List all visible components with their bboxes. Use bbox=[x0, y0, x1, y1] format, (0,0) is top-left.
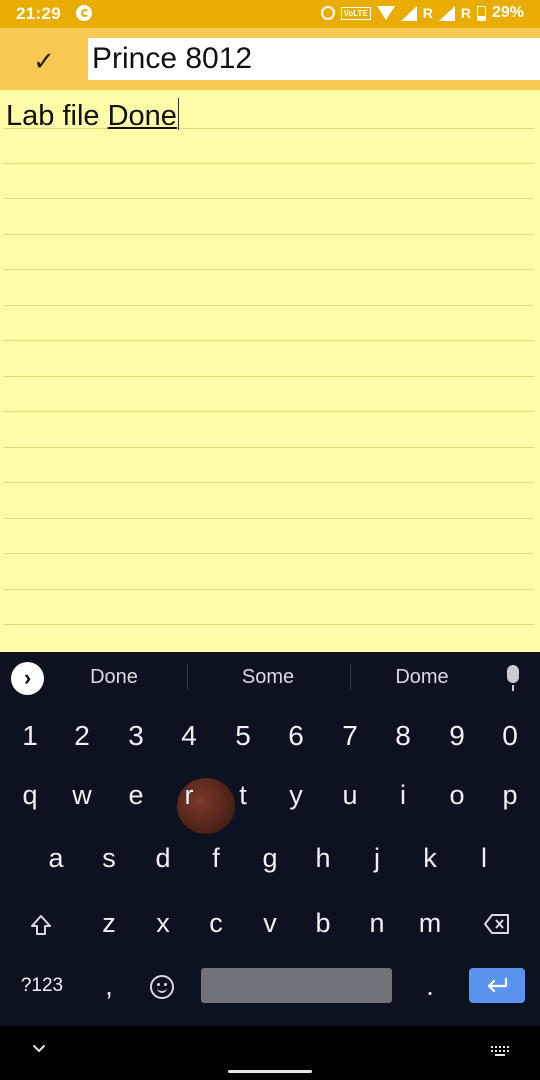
backspace-icon[interactable] bbox=[484, 913, 510, 935]
key-2[interactable]: 2 bbox=[57, 711, 107, 761]
key-h[interactable]: h bbox=[298, 833, 348, 883]
key-0[interactable]: 0 bbox=[485, 711, 535, 761]
note-ruled-line bbox=[4, 305, 534, 306]
battery-icon bbox=[476, 5, 486, 21]
note-text-plain: Lab file bbox=[6, 100, 108, 132]
key-b[interactable]: b bbox=[298, 898, 348, 948]
volte-icon: VoLTE bbox=[340, 6, 371, 20]
key-r[interactable]: r bbox=[164, 770, 214, 820]
key-g[interactable]: g bbox=[245, 833, 295, 883]
shift-icon[interactable] bbox=[30, 914, 52, 936]
note-ruled-line bbox=[4, 376, 534, 377]
key-s[interactable]: s bbox=[84, 833, 134, 883]
wifi-icon bbox=[376, 6, 395, 20]
note-ruled-line bbox=[4, 198, 534, 199]
key-l[interactable]: l bbox=[459, 833, 509, 883]
key-k[interactable]: k bbox=[405, 833, 455, 883]
key-p[interactable]: p bbox=[485, 770, 535, 820]
key-3[interactable]: 3 bbox=[111, 711, 161, 761]
key-e[interactable]: e bbox=[111, 770, 161, 820]
key-o[interactable]: o bbox=[432, 770, 482, 820]
key-9[interactable]: 9 bbox=[432, 711, 482, 761]
suggestion-bar: › Done Some Dome bbox=[0, 652, 540, 702]
soft-keyboard: › Done Some Dome 1 2 3 4 5 6 7 8 9 0 q w… bbox=[0, 652, 540, 1026]
key-w[interactable]: w bbox=[57, 770, 107, 820]
notification-app-icon bbox=[76, 5, 92, 21]
note-ruled-line bbox=[4, 163, 534, 164]
note-ruled-line bbox=[4, 234, 534, 235]
suggestion-divider bbox=[187, 664, 188, 690]
suggestion-divider bbox=[350, 664, 351, 690]
key-n[interactable]: n bbox=[352, 898, 402, 948]
key-j[interactable]: j bbox=[352, 833, 402, 883]
note-ruled-line bbox=[4, 624, 534, 625]
note-ruled-line bbox=[4, 518, 534, 519]
note-title-input[interactable] bbox=[88, 38, 540, 80]
roaming-label-sim1: R bbox=[422, 5, 433, 21]
key-8[interactable]: 8 bbox=[378, 711, 428, 761]
note-ruled-line bbox=[4, 589, 534, 590]
suggestion-3[interactable]: Dome bbox=[362, 666, 482, 689]
roaming-label-sim2: R bbox=[460, 5, 471, 21]
key-q[interactable]: q bbox=[5, 770, 55, 820]
enter-key[interactable] bbox=[469, 968, 525, 1003]
key-y[interactable]: y bbox=[271, 770, 321, 820]
space-key[interactable] bbox=[201, 968, 392, 1003]
note-text-composing-word: Done bbox=[107, 100, 177, 132]
status-icons: VoLTE R R 29% bbox=[320, 4, 524, 22]
enter-arrow-icon bbox=[487, 977, 508, 993]
key-t[interactable]: t bbox=[218, 770, 268, 820]
key-a[interactable]: a bbox=[31, 833, 81, 883]
battery-percent: 29% bbox=[491, 4, 524, 21]
text-cursor bbox=[177, 98, 179, 130]
signal-icon-sim2 bbox=[438, 5, 455, 21]
note-ruled-line bbox=[4, 340, 534, 341]
key-1[interactable]: 1 bbox=[5, 711, 55, 761]
key-comma[interactable]: , bbox=[84, 961, 134, 1011]
key-5[interactable]: 5 bbox=[218, 711, 268, 761]
keyboard-switch-icon[interactable] bbox=[491, 1046, 511, 1058]
note-ruled-line bbox=[4, 269, 534, 270]
status-time: 21:29 bbox=[16, 4, 61, 23]
status-bar: 21:29 VoLTE R R 29% bbox=[0, 0, 540, 28]
key-x[interactable]: x bbox=[138, 898, 188, 948]
key-m[interactable]: m bbox=[405, 898, 455, 948]
note-ruled-line bbox=[4, 553, 534, 554]
check-icon[interactable]: ✓ bbox=[28, 45, 60, 77]
key-d[interactable]: d bbox=[138, 833, 188, 883]
note-text[interactable]: Lab file Done bbox=[6, 98, 179, 133]
key-v[interactable]: v bbox=[245, 898, 295, 948]
signal-icon-sim1 bbox=[400, 5, 417, 21]
suggestion-2[interactable]: Some bbox=[208, 666, 328, 689]
note-ruled-line bbox=[4, 447, 534, 448]
suggestion-1[interactable]: Done bbox=[54, 666, 174, 689]
chevron-down-icon[interactable] bbox=[32, 1042, 46, 1056]
home-gesture-pill[interactable] bbox=[228, 1070, 312, 1073]
key-period[interactable]: . bbox=[405, 961, 455, 1011]
emoji-icon[interactable] bbox=[150, 975, 174, 999]
key-z[interactable]: z bbox=[84, 898, 134, 948]
navigation-bar bbox=[0, 1026, 540, 1080]
key-u[interactable]: u bbox=[325, 770, 375, 820]
key-6[interactable]: 6 bbox=[271, 711, 321, 761]
chevron-right-icon[interactable]: › bbox=[11, 662, 44, 695]
note-title-bar: ✓ bbox=[0, 28, 540, 90]
key-7[interactable]: 7 bbox=[325, 711, 375, 761]
microphone-icon[interactable] bbox=[507, 665, 519, 691]
symbols-key[interactable]: ?123 bbox=[5, 961, 79, 1011]
key-f[interactable]: f bbox=[191, 833, 241, 883]
note-ruled-line bbox=[4, 411, 534, 412]
key-c[interactable]: c bbox=[191, 898, 241, 948]
key-i[interactable]: i bbox=[378, 770, 428, 820]
note-ruled-line bbox=[4, 482, 534, 483]
alarm-icon bbox=[320, 6, 335, 20]
key-4[interactable]: 4 bbox=[164, 711, 214, 761]
note-body[interactable]: Lab file Done bbox=[0, 90, 540, 652]
